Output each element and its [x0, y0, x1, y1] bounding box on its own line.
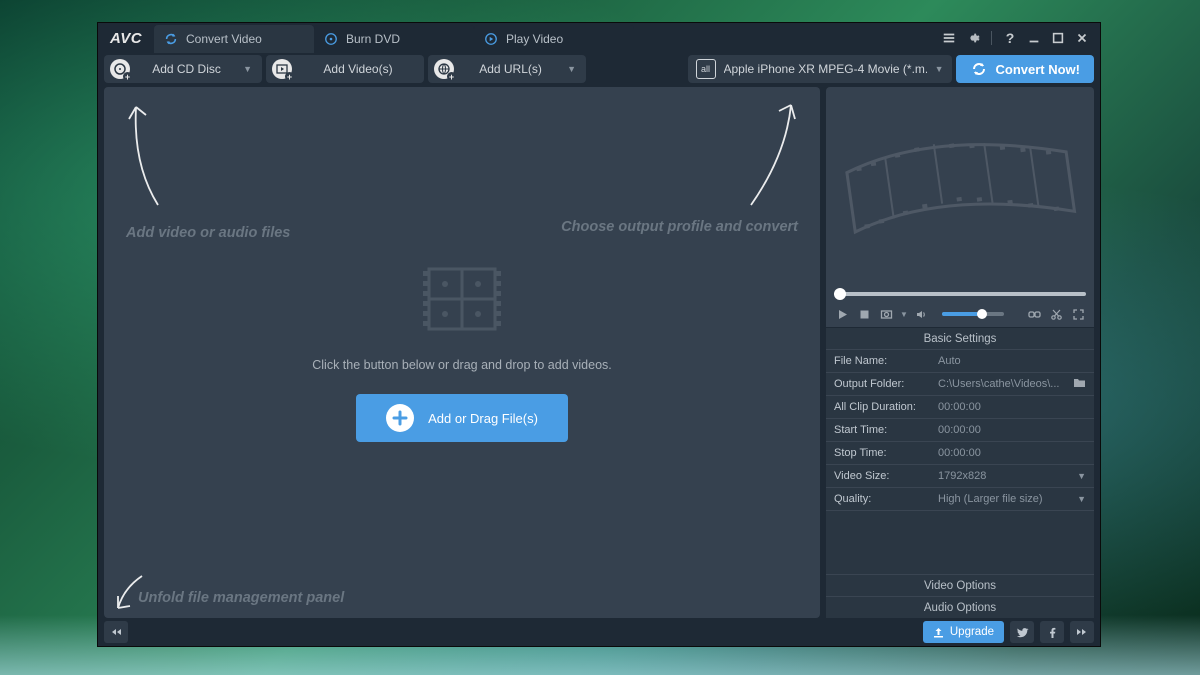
refresh-icon — [970, 60, 988, 78]
titlebar: AVC Convert Video Burn DVD Play Video — [98, 23, 1100, 53]
setting-all-clip-duration: All Clip Duration:00:00:00 — [826, 395, 1094, 418]
disc-icon — [324, 32, 338, 46]
tab-label: Play Video — [506, 32, 563, 46]
right-panel: ▼ Basic Settings File Name:Auto Output F… — [826, 87, 1094, 618]
add-videos-button[interactable]: + Add Video(s) — [266, 55, 424, 83]
drop-text: Click the button below or drag and drop … — [312, 358, 612, 372]
chevron-down-icon[interactable]: ▼ — [900, 310, 908, 319]
hint-add-files: Add video or audio files — [126, 225, 290, 241]
filmstrip-icon — [831, 101, 1088, 273]
button-label: Add or Drag File(s) — [428, 411, 538, 426]
settings-spacer — [826, 510, 1094, 574]
chevron-down-icon: ▼ — [1077, 494, 1086, 504]
expand-panel-button[interactable] — [104, 621, 128, 643]
tab-burn-dvd[interactable]: Burn DVD — [314, 25, 474, 53]
tab-play-video[interactable]: Play Video — [474, 25, 634, 53]
add-drag-files-button[interactable]: Add or Drag File(s) — [356, 394, 568, 442]
app-logo: AVC — [98, 30, 154, 47]
tab-label: Convert Video — [186, 32, 262, 46]
chevron-down-icon: ▼ — [1077, 471, 1086, 481]
hint-choose-profile: Choose output profile and convert — [561, 219, 798, 235]
upgrade-button[interactable]: Upgrade — [923, 621, 1004, 643]
audio-options-button[interactable]: Audio Options — [826, 596, 1094, 618]
drop-area[interactable]: Add video or audio files Choose output p… — [104, 87, 820, 618]
fullscreen-button[interactable] — [1070, 306, 1086, 322]
video-options-button[interactable]: Video Options — [826, 574, 1094, 596]
folder-icon[interactable] — [1073, 377, 1086, 391]
chevron-down-icon: ▼ — [243, 64, 252, 74]
tab-convert-video[interactable]: Convert Video — [154, 25, 314, 53]
button-label: Add CD Disc — [140, 62, 233, 76]
volume-button[interactable] — [914, 306, 930, 322]
cut-button[interactable] — [1048, 306, 1064, 322]
button-label: Add Video(s) — [302, 62, 414, 76]
play-button[interactable] — [834, 306, 850, 322]
tabs: Convert Video Burn DVD Play Video — [154, 23, 939, 53]
hint-arrow — [118, 95, 178, 215]
chevron-down-icon: ▼ — [567, 64, 576, 74]
window-controls: ? — [939, 28, 1100, 48]
disc-add-icon: + — [110, 59, 130, 79]
output-profile-selector[interactable]: all Apple iPhone XR MPEG-4 Movie (*.m...… — [688, 55, 952, 83]
close-button[interactable] — [1072, 28, 1092, 48]
profile-label: Apple iPhone XR MPEG-4 Movie (*.m... — [724, 62, 927, 76]
globe-add-icon: + — [434, 59, 454, 79]
preview-area — [826, 87, 1094, 287]
all-icon: all — [696, 59, 716, 79]
toolbar: + Add CD Disc ▼ + Add Video(s) + Add URL… — [98, 53, 1100, 85]
volume-slider[interactable] — [942, 312, 1004, 316]
divider — [991, 31, 992, 45]
help-icon[interactable]: ? — [1000, 28, 1020, 48]
gear-icon[interactable] — [963, 28, 983, 48]
seek-slider[interactable] — [826, 287, 1094, 301]
footer: Upgrade — [98, 618, 1100, 646]
setting-start-time: Start Time:00:00:00 — [826, 418, 1094, 441]
convert-now-button[interactable]: Convert Now! — [956, 55, 1095, 83]
refresh-icon — [164, 32, 178, 46]
maximize-button[interactable] — [1048, 28, 1068, 48]
twitter-button[interactable] — [1010, 621, 1034, 643]
setting-file-name: File Name:Auto — [826, 349, 1094, 372]
setting-stop-time: Stop Time:00:00:00 — [826, 441, 1094, 464]
body: Add video or audio files Choose output p… — [98, 85, 1100, 618]
player-controls: ▼ — [826, 301, 1094, 327]
setting-output-folder: Output Folder:C:\Users\cathe\Videos\... — [826, 372, 1094, 395]
stop-button[interactable] — [856, 306, 872, 322]
facebook-button[interactable] — [1040, 621, 1064, 643]
add-urls-button[interactable]: + Add URL(s) ▼ — [428, 55, 586, 83]
app-window: AVC Convert Video Burn DVD Play Video — [97, 22, 1101, 647]
add-cd-disc-button[interactable]: + Add CD Disc ▼ — [104, 55, 262, 83]
chevron-down-icon: ▼ — [935, 64, 944, 74]
setting-video-size: Video Size:1792x828▼ — [826, 464, 1094, 487]
button-label: Upgrade — [950, 626, 994, 638]
minimize-button[interactable] — [1024, 28, 1044, 48]
button-label: Add URL(s) — [464, 62, 557, 76]
basic-settings-header: Basic Settings — [826, 327, 1094, 349]
menu-icon[interactable] — [939, 28, 959, 48]
video-add-icon: + — [272, 59, 292, 79]
film-icon — [423, 263, 501, 340]
hint-arrow — [736, 95, 806, 215]
more-button[interactable] — [1070, 621, 1094, 643]
upload-icon — [933, 627, 944, 638]
link-button[interactable] — [1026, 306, 1042, 322]
setting-quality: Quality:High (Larger file size)▼ — [826, 487, 1094, 510]
settings-table: File Name:Auto Output Folder:C:\Users\ca… — [826, 349, 1094, 510]
button-label: Convert Now! — [996, 62, 1081, 77]
plus-icon — [386, 404, 414, 432]
snapshot-button[interactable] — [878, 306, 894, 322]
hint-unfold-panel: Unfold file management panel — [138, 590, 344, 606]
tab-label: Burn DVD — [346, 32, 400, 46]
play-icon — [484, 32, 498, 46]
